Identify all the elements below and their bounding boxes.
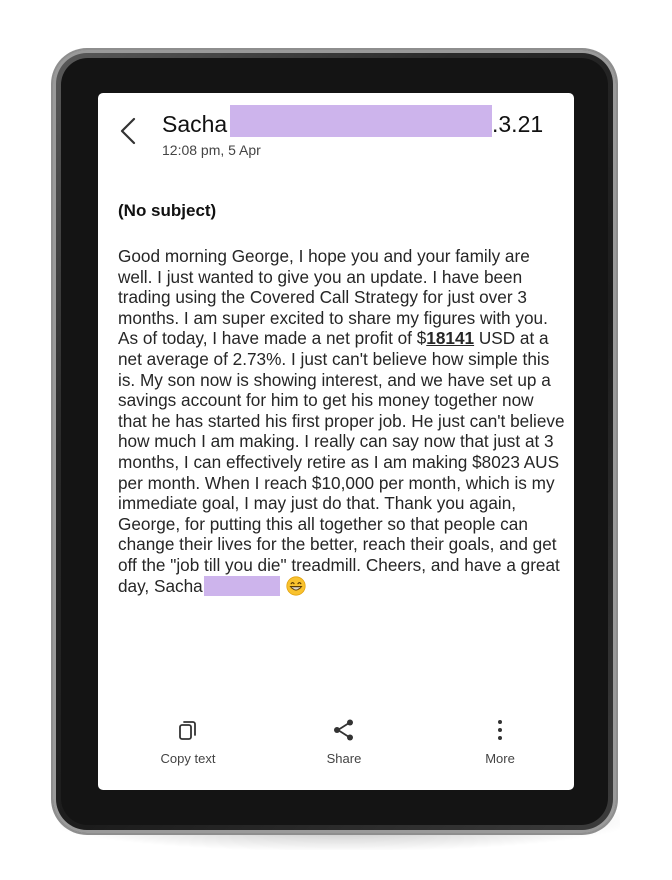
redaction-block	[230, 105, 492, 137]
share-icon[interactable]	[294, 715, 394, 745]
back-button[interactable]	[118, 115, 142, 149]
redaction-block-signature	[203, 575, 280, 596]
profit-amount: 18141	[426, 328, 475, 349]
grinning-face-emoji-icon	[286, 575, 306, 596]
more-button[interactable]: More	[450, 715, 550, 766]
body-text-part2: USD at a net average of 2.73%. I just ca…	[118, 328, 565, 596]
share-label: Share	[326, 751, 362, 766]
more-label: More	[485, 751, 515, 766]
email-subject: (No subject)	[118, 201, 217, 220]
chevron-left-icon[interactable]	[118, 115, 142, 147]
more-vertical-icon[interactable]	[450, 715, 550, 745]
email-timestamp: 12:08 pm, 5 Apr	[162, 142, 261, 158]
email-body: Good morning George, I hope you and your…	[118, 246, 566, 596]
copy-text-button[interactable]: Copy text	[138, 715, 238, 766]
sender-name: Sacha	[162, 111, 228, 137]
copy-text-label: Copy text	[160, 751, 216, 766]
action-bar: Copy text Share More	[98, 715, 574, 775]
sender-name-tail: .3.21	[492, 111, 544, 137]
share-button[interactable]: Share	[294, 715, 394, 766]
email-screen: Sacha .3.21 12:08 pm, 5 Apr (No subject)…	[98, 93, 574, 790]
copy-icon[interactable]	[138, 715, 238, 745]
